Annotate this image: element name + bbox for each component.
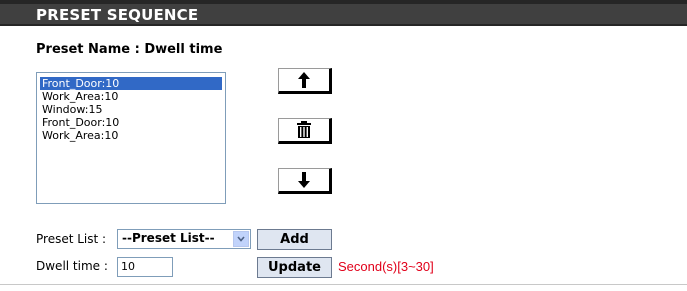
section-header: PRESET SEQUENCE: [0, 0, 687, 26]
preset-list-value: --Preset List--: [122, 231, 215, 245]
update-button[interactable]: Update: [257, 257, 332, 278]
move-up-button[interactable]: [278, 68, 332, 94]
sequence-list-item[interactable]: Front_Door:10: [40, 77, 222, 90]
divider: [0, 284, 687, 285]
chevron-down-icon[interactable]: [233, 231, 249, 247]
sequence-list-item[interactable]: Work_Area:10: [40, 129, 222, 142]
preset-list-select[interactable]: --Preset List--: [117, 229, 251, 249]
dwell-time-label: Dwell time :: [36, 259, 108, 273]
sequence-list-item[interactable]: Front_Door:10: [40, 116, 222, 129]
sequence-listbox[interactable]: Front_Door:10 Work_Area:10 Window:15 Fro…: [36, 72, 226, 204]
add-button[interactable]: Add: [257, 229, 332, 250]
arrow-up-icon: [298, 72, 310, 88]
delete-button[interactable]: [278, 118, 332, 144]
sequence-list-item[interactable]: Window:15: [40, 103, 222, 116]
preset-name-label: Preset Name : Dwell time: [36, 42, 223, 57]
sequence-list-item[interactable]: Work_Area:10: [40, 90, 222, 103]
dwell-time-input[interactable]: 10: [117, 257, 173, 277]
section-title: PRESET SEQUENCE: [36, 6, 199, 24]
preset-list-label: Preset List :: [36, 232, 107, 246]
trash-icon: [297, 121, 311, 138]
arrow-down-icon: [298, 172, 310, 188]
dwell-range-hint: Second(s)[3~30]: [338, 259, 434, 274]
move-down-button[interactable]: [278, 168, 332, 194]
